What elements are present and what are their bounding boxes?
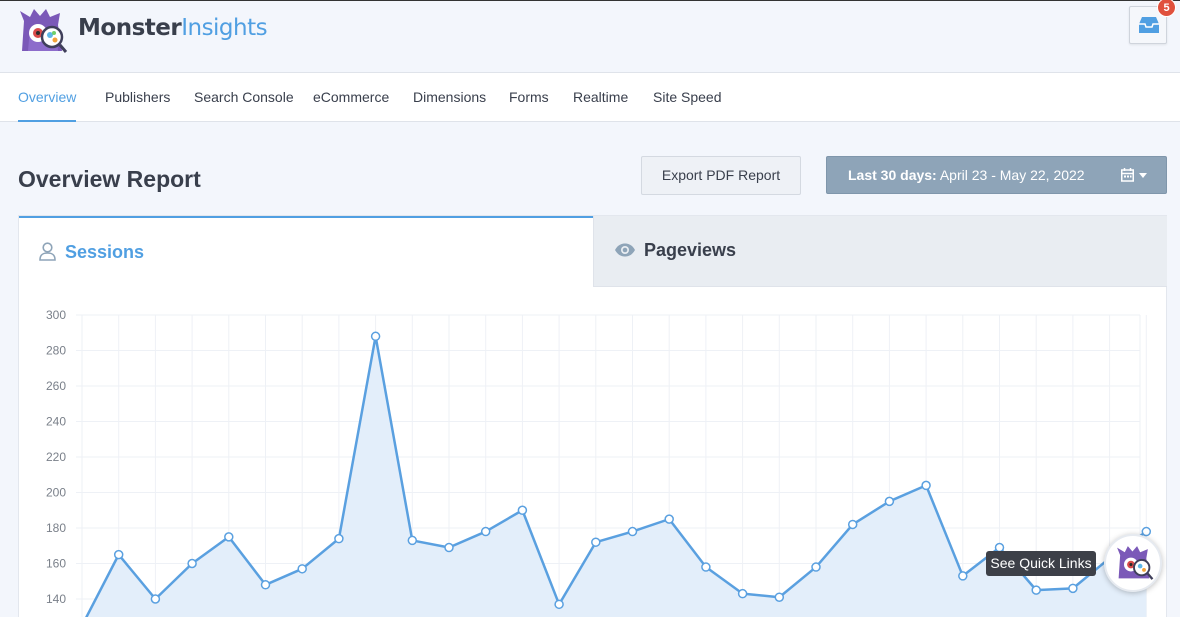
tab-dimensions[interactable]: Dimensions: [413, 89, 486, 122]
quick-links-tooltip: See Quick Links: [986, 551, 1096, 576]
data-point: [627, 526, 638, 537]
monster-logo-icon[interactable]: [16, 7, 68, 55]
data-point: [591, 537, 601, 547]
report-nav: Overview Publishers Search Console eComm…: [0, 73, 1180, 122]
data-point: [1141, 526, 1152, 537]
brand-name: MonsterInsights: [78, 15, 268, 41]
data-point: [150, 594, 161, 604]
export-pdf-button[interactable]: Export PDF Report: [641, 156, 801, 195]
data-point: [297, 564, 307, 574]
data-point: [407, 535, 418, 546]
data-point: [847, 519, 858, 530]
data-point: [701, 562, 711, 572]
data-point: [260, 580, 271, 590]
y-tick-label: 240: [46, 415, 66, 429]
calendar-icon: [1121, 168, 1134, 182]
tab-search-console[interactable]: Search Console: [194, 89, 294, 122]
quick-links-button[interactable]: [1104, 534, 1162, 592]
data-point: [1068, 583, 1078, 594]
tab-realtime[interactable]: Realtime: [573, 89, 628, 122]
data-point: [664, 514, 674, 524]
date-range-label: Last 30 days: April 23 - May 22, 2022: [848, 167, 1085, 183]
data-point: [517, 505, 528, 515]
top-header: MonsterInsights 5: [0, 0, 1180, 73]
tab-forms[interactable]: Forms: [509, 89, 549, 122]
data-point: [958, 571, 968, 581]
y-tick-label: 160: [46, 557, 66, 571]
data-point: [334, 533, 344, 544]
monster-mascot-icon: [1117, 546, 1154, 580]
tab-overview[interactable]: Overview: [18, 89, 77, 122]
tab-ecommerce[interactable]: eCommerce: [313, 89, 389, 122]
y-tick-label: 220: [46, 450, 66, 464]
data-point: [774, 592, 785, 602]
page-title: Overview Report: [18, 166, 201, 192]
data-point: [737, 588, 748, 599]
data-point: [811, 562, 821, 572]
y-tick-label: 300: [46, 308, 66, 322]
data-point: [1031, 585, 1041, 595]
data-point: [554, 599, 564, 610]
chevron-down-icon: [1139, 173, 1147, 178]
data-point: [224, 532, 234, 542]
y-tick-label: 260: [46, 379, 66, 393]
tab-publishers[interactable]: Publishers: [105, 89, 170, 122]
date-range-button[interactable]: Last 30 days: April 23 - May 22, 2022: [826, 156, 1167, 194]
data-point: [884, 496, 895, 507]
notification-count-badge: 5: [1157, 0, 1176, 17]
data-point: [113, 549, 124, 560]
data-point: [370, 331, 381, 342]
data-point: [187, 558, 197, 569]
y-tick-label: 140: [46, 592, 66, 606]
y-tick-label: 200: [46, 486, 66, 500]
data-point: [921, 480, 931, 491]
data-point: [444, 542, 454, 553]
y-tick-label: 280: [46, 344, 66, 358]
inbox-icon: [1139, 17, 1159, 33]
tab-site-speed[interactable]: Site Speed: [653, 89, 722, 122]
data-point: [480, 526, 491, 537]
y-tick-label: 180: [46, 521, 66, 535]
